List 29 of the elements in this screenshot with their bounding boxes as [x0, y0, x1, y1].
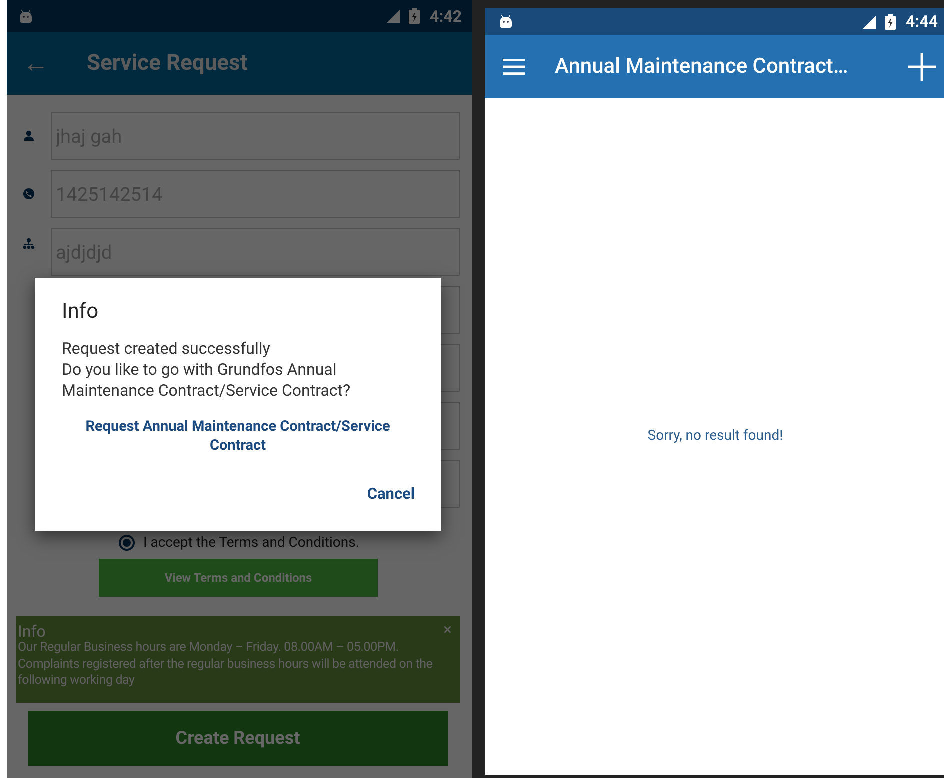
- radio-label: I accept the Terms and Conditions.: [143, 535, 360, 551]
- radio-button[interactable]: [119, 535, 136, 551]
- android-icon: [19, 10, 33, 22]
- banner-title: Info: [18, 624, 46, 640]
- add-button[interactable]: [908, 52, 936, 80]
- create-request-button[interactable]: Create Request: [28, 711, 448, 766]
- back-button[interactable]: ←: [7, 48, 65, 79]
- close-button[interactable]: ×: [443, 620, 452, 639]
- phone-icon: [23, 188, 35, 200]
- status-time: 4:44: [906, 12, 938, 31]
- person-icon: [23, 130, 35, 142]
- battery-icon: [408, 8, 420, 24]
- cancel-button[interactable]: Cancel: [367, 485, 415, 503]
- view-terms-button[interactable]: View Terms and Conditions: [99, 559, 378, 597]
- android-icon: [499, 15, 513, 28]
- menu-button[interactable]: [503, 58, 525, 74]
- battery-icon: [884, 14, 896, 30]
- screen-title: Annual Maintenance Contract…: [555, 54, 850, 78]
- screen-title: Service Request: [87, 51, 248, 76]
- dialog-message: Request created successfully: [62, 338, 272, 359]
- dialog-title: Info: [62, 300, 99, 324]
- request-contract-link[interactable]: Request Annual Maintenance Contract/Service Contract: [68, 417, 408, 455]
- dialog-message: Do you like to go with Grundfos Annual Maintenance Contract/Service Contract?: [62, 359, 352, 401]
- empty-message: Sorry, no result found!: [648, 428, 784, 444]
- plus-icon: [908, 52, 936, 80]
- hierarchy-icon: [23, 238, 35, 250]
- menu-icon: [503, 58, 525, 74]
- status-time: 4:42: [430, 6, 462, 26]
- banner-text: Our Regular Business hours are Monday – Friday. 08.00AM – 05.00PM. Complaints registered after the regular business hours will be attended on the following working day: [18, 640, 434, 690]
